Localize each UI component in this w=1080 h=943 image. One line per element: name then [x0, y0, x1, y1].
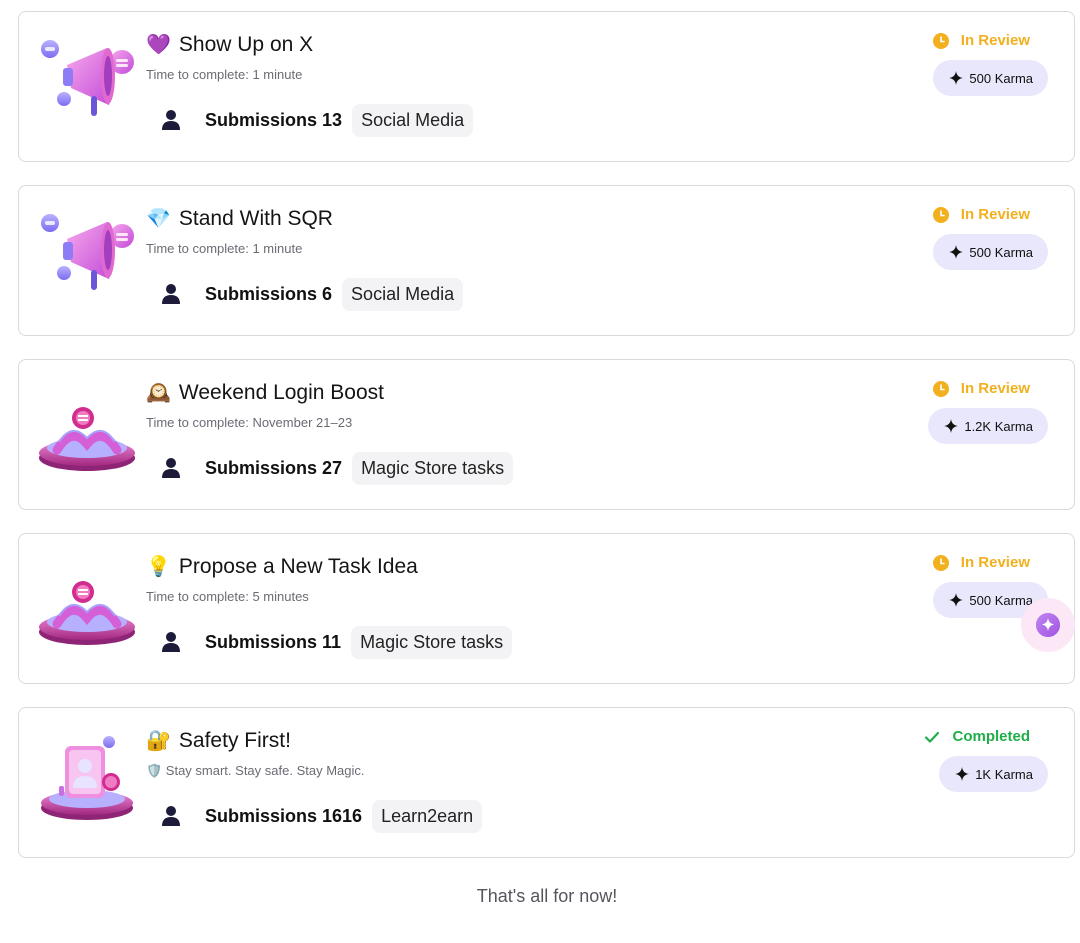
clock-icon	[932, 380, 949, 397]
status-text: In Review	[960, 206, 1030, 223]
task-title[interactable]: 🕰️ Weekend Login Boost	[146, 380, 384, 405]
category-tag[interactable]: Social Media	[342, 277, 464, 311]
user-icon	[162, 632, 180, 652]
status-badge: In Review	[932, 554, 1030, 571]
category-tag[interactable]: Magic Store tasks	[352, 451, 514, 485]
status-text: In Review	[960, 32, 1030, 49]
category-tag[interactable]: Learn2earn	[372, 799, 483, 833]
task-meta: Submissions 27 Magic Store tasks	[161, 450, 514, 486]
task-meta: Submissions 11 Magic Store tasks	[161, 624, 513, 660]
task-meta: Submissions 6 Social Media	[161, 276, 464, 312]
task-meta: Submissions 1616 Learn2earn	[161, 798, 483, 834]
task-card[interactable]: 💡 Propose a New Task Idea Time to comple…	[18, 533, 1075, 684]
task-subtitle: 🛡️ Stay smart. Stay safe. Stay Magic.	[146, 763, 365, 778]
karma-text: 500 Karma	[969, 244, 1033, 260]
clock-icon	[932, 206, 949, 223]
status-badge: In Review	[932, 380, 1030, 397]
task-title-text: Propose a New Task Idea	[178, 554, 418, 578]
status-text: In Review	[960, 380, 1030, 397]
status-badge: Completed	[924, 728, 1030, 745]
task-card[interactable]: 🔐 Safety First! 🛡️ Stay smart. Stay safe…	[18, 707, 1075, 858]
sparkle-icon	[949, 593, 964, 607]
task-card[interactable]: 💜 Show Up on X Time to complete: 1 minut…	[18, 11, 1075, 162]
user-icon	[162, 458, 180, 478]
karma-text: 1K Karma	[975, 766, 1033, 782]
task-emoji: 💡	[146, 556, 171, 578]
karma-badge: 500 Karma	[933, 234, 1048, 270]
task-card[interactable]: 💎 Stand With SQR Time to complete: 1 min…	[18, 185, 1075, 336]
bridge-platform-icon	[39, 581, 135, 645]
profile-platform-icon	[41, 736, 133, 820]
task-meta: Submissions 13 Social Media	[161, 102, 474, 138]
task-subtitle: Time to complete: 5 minutes	[146, 589, 309, 604]
karma-badge: 1K Karma	[939, 756, 1048, 792]
task-emoji: 💜	[146, 34, 171, 56]
bridge-platform-icon	[39, 407, 135, 471]
task-subtitle: Time to complete: November 21–23	[146, 415, 353, 430]
status-text: Completed	[952, 728, 1030, 745]
status-badge: In Review	[932, 206, 1030, 223]
submissions-count: Submissions 13	[205, 109, 343, 130]
task-card[interactable]: 🕰️ Weekend Login Boost Time to complete:…	[18, 359, 1075, 510]
task-title[interactable]: 💎 Stand With SQR	[146, 206, 333, 231]
user-icon	[162, 284, 180, 304]
checkmark-icon	[925, 731, 940, 743]
status-text: In Review	[960, 554, 1030, 571]
task-title[interactable]: 💜 Show Up on X	[146, 32, 313, 57]
task-emoji: 🔐	[146, 730, 171, 752]
clock-icon	[932, 32, 949, 49]
clock-icon	[932, 554, 949, 571]
task-title[interactable]: 🔐 Safety First!	[146, 728, 291, 753]
task-emoji: 🕰️	[146, 382, 171, 404]
task-title-text: Safety First!	[178, 728, 291, 752]
submissions-count: Submissions 27	[205, 457, 343, 478]
task-title[interactable]: 💡 Propose a New Task Idea	[146, 554, 418, 579]
submissions-count: Submissions 6	[205, 283, 333, 304]
ai-assistant-button[interactable]	[1021, 598, 1075, 652]
submissions-count: Submissions 1616	[205, 805, 363, 826]
category-tag[interactable]: Social Media	[352, 103, 474, 137]
sparkle-icon	[949, 71, 964, 85]
task-title-text: Show Up on X	[178, 32, 314, 56]
category-tag[interactable]: Magic Store tasks	[351, 625, 513, 659]
user-icon	[162, 806, 180, 826]
list-end-message: That's all for now!	[476, 886, 618, 906]
karma-text: 500 Karma	[969, 70, 1033, 86]
status-badge: In Review	[932, 32, 1030, 49]
task-title-text: Stand With SQR	[178, 206, 333, 230]
karma-text: 1.2K Karma	[964, 418, 1033, 434]
karma-badge: 1.2K Karma	[928, 408, 1048, 444]
task-emoji: 💎	[146, 208, 171, 230]
task-subtitle: Time to complete: 1 minute	[146, 241, 303, 256]
megaphone-icon	[41, 40, 134, 116]
sparkle-icon	[955, 767, 970, 781]
submissions-count: Submissions 11	[205, 631, 342, 652]
karma-text: 500 Karma	[969, 592, 1033, 608]
task-subtitle: Time to complete: 1 minute	[146, 67, 303, 82]
task-list: 💜 Show Up on X Time to complete: 1 minut…	[0, 0, 1080, 943]
megaphone-icon	[41, 214, 134, 290]
karma-badge: 500 Karma	[933, 60, 1048, 96]
task-title-text: Weekend Login Boost	[178, 380, 384, 404]
sparkle-icon	[949, 245, 964, 259]
user-icon	[162, 110, 180, 130]
sparkle-icon	[944, 419, 959, 433]
ai-assistant-icon	[1036, 613, 1060, 637]
